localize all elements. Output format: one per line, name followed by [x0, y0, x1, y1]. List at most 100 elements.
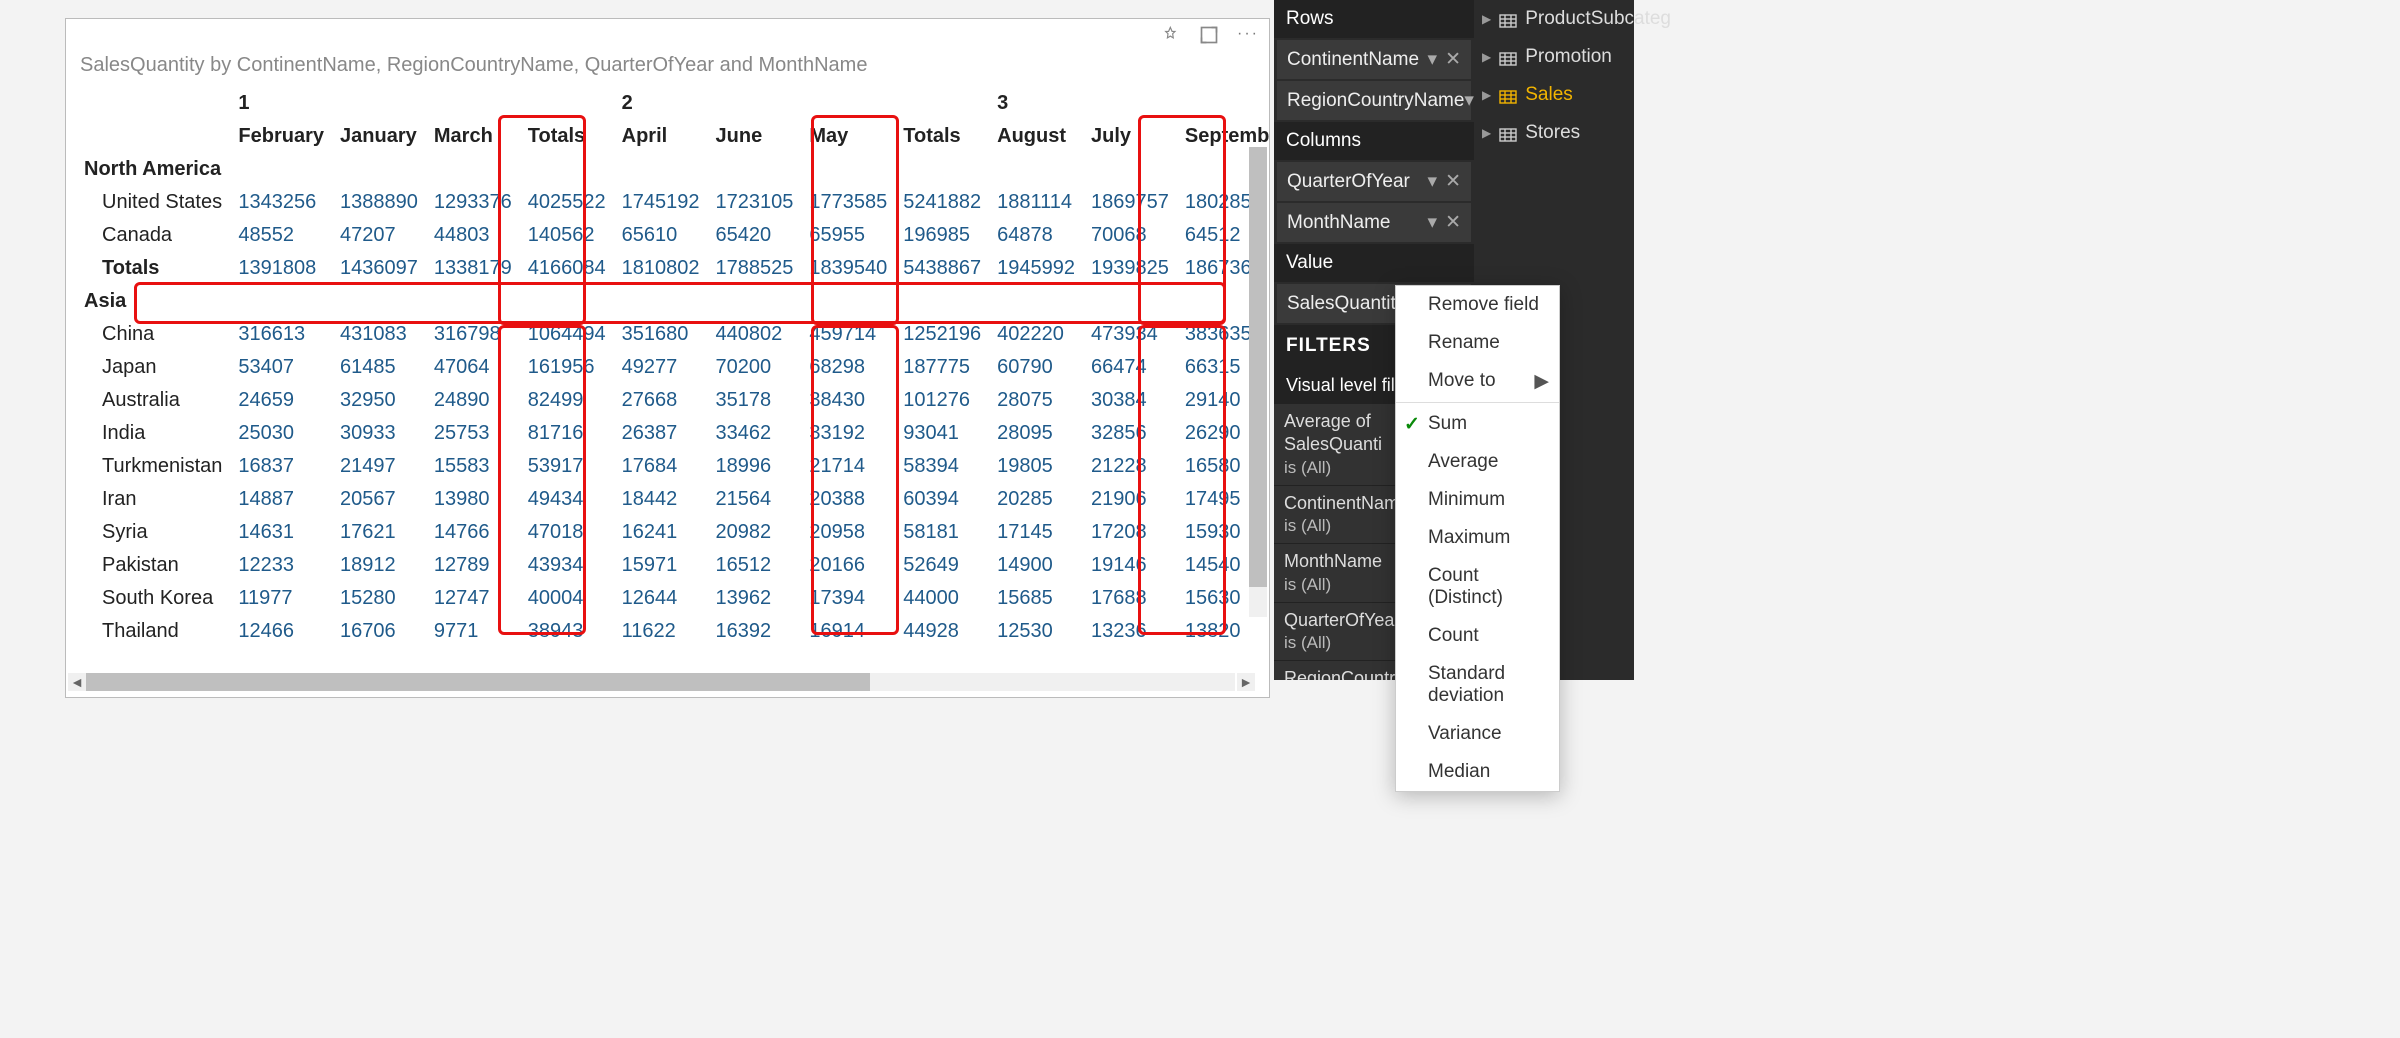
- matrix-cell[interactable]: 44928: [895, 615, 989, 647]
- matrix-cell[interactable]: 68298: [801, 351, 895, 384]
- matrix-cell[interactable]: 28095: [989, 417, 1083, 450]
- matrix-cell[interactable]: 1869757: [1083, 186, 1177, 219]
- matrix-cell[interactable]: 17145: [989, 516, 1083, 549]
- matrix-cell[interactable]: 13962: [708, 582, 802, 615]
- matrix-cell[interactable]: 12530: [989, 615, 1083, 647]
- matrix-cell[interactable]: 25753: [426, 417, 520, 450]
- vertical-scroll-thumb[interactable]: [1249, 147, 1267, 587]
- group-header[interactable]: Asia: [80, 285, 1269, 318]
- caret-right-icon[interactable]: ▶: [1482, 12, 1491, 26]
- menu-aggregation-option[interactable]: Average: [1396, 443, 1559, 481]
- fields-table-row[interactable]: ▶Stores: [1474, 114, 1634, 152]
- matrix-cell[interactable]: 316798: [426, 318, 520, 351]
- vertical-scrollbar[interactable]: [1249, 147, 1267, 617]
- chevron-down-icon[interactable]: ▾: [1428, 48, 1438, 71]
- field-context-menu[interactable]: Remove field Rename Move to▶ ✓SumAverage…: [1395, 285, 1560, 792]
- month-header[interactable]: April: [614, 120, 708, 153]
- matrix-cell[interactable]: 196985: [895, 219, 989, 252]
- matrix-cell[interactable]: 1436097: [332, 252, 426, 285]
- matrix-cell[interactable]: 1343256: [230, 186, 332, 219]
- caret-right-icon[interactable]: ▶: [1482, 50, 1491, 64]
- matrix-cell[interactable]: 17621: [332, 516, 426, 549]
- matrix-cell[interactable]: 1745192: [614, 186, 708, 219]
- row-header[interactable]: China: [80, 318, 230, 351]
- matrix-cell[interactable]: 38430: [801, 384, 895, 417]
- columns-field[interactable]: QuarterOfYear▾✕: [1277, 162, 1471, 201]
- fields-table-row[interactable]: ▶Sales: [1474, 76, 1634, 114]
- matrix-cell[interactable]: 4025522: [520, 186, 614, 219]
- menu-rename[interactable]: Rename: [1396, 324, 1559, 362]
- matrix-cell[interactable]: 18996: [708, 450, 802, 483]
- matrix-cell[interactable]: 1252196: [895, 318, 989, 351]
- matrix-cell[interactable]: 473934: [1083, 318, 1177, 351]
- menu-aggregation-option[interactable]: Median: [1396, 753, 1559, 791]
- matrix-cell[interactable]: 24890: [426, 384, 520, 417]
- matrix-cell[interactable]: 44803: [426, 219, 520, 252]
- matrix-cell[interactable]: 1788525: [708, 252, 802, 285]
- matrix-cell[interactable]: 1773585: [801, 186, 895, 219]
- matrix-cell[interactable]: 30384: [1083, 384, 1177, 417]
- matrix-cell[interactable]: 52649: [895, 549, 989, 582]
- matrix-cell[interactable]: 20388: [801, 483, 895, 516]
- matrix-cell[interactable]: 58181: [895, 516, 989, 549]
- menu-aggregation-option[interactable]: Maximum: [1396, 519, 1559, 557]
- matrix-cell[interactable]: 35178: [708, 384, 802, 417]
- matrix-cell[interactable]: 1293376: [426, 186, 520, 219]
- matrix-cell[interactable]: 1723105: [708, 186, 802, 219]
- row-header[interactable]: Totals: [80, 252, 230, 285]
- row-header[interactable]: Iran: [80, 483, 230, 516]
- matrix-cell[interactable]: 47064: [426, 351, 520, 384]
- row-header[interactable]: Australia: [80, 384, 230, 417]
- matrix-cell[interactable]: 5241882: [895, 186, 989, 219]
- matrix-cell[interactable]: 33192: [801, 417, 895, 450]
- matrix-cell[interactable]: 17394: [801, 582, 895, 615]
- matrix-cell[interactable]: 27668: [614, 384, 708, 417]
- matrix-cell[interactable]: 25030: [230, 417, 332, 450]
- row-header[interactable]: India: [80, 417, 230, 450]
- matrix-cell[interactable]: 82499: [520, 384, 614, 417]
- scroll-right-icon[interactable]: ►: [1237, 673, 1255, 691]
- matrix-cell[interactable]: 21497: [332, 450, 426, 483]
- matrix-cell[interactable]: 16837: [230, 450, 332, 483]
- remove-field-icon[interactable]: ✕: [1445, 170, 1461, 193]
- menu-aggregation-option[interactable]: ✓Sum: [1396, 405, 1559, 443]
- menu-aggregation-option[interactable]: Variance: [1396, 715, 1559, 753]
- matrix-cell[interactable]: 13236: [1083, 615, 1177, 647]
- matrix-cell[interactable]: 32950: [332, 384, 426, 417]
- matrix-cell[interactable]: 4166084: [520, 252, 614, 285]
- quarter-header[interactable]: 2: [614, 87, 990, 120]
- matrix-cell[interactable]: 14766: [426, 516, 520, 549]
- matrix-cell[interactable]: 53407: [230, 351, 332, 384]
- menu-remove-field[interactable]: Remove field: [1396, 286, 1559, 324]
- menu-aggregation-option[interactable]: Count (Distinct): [1396, 557, 1559, 617]
- matrix-cell[interactable]: 161956: [520, 351, 614, 384]
- matrix-cell[interactable]: 16392: [708, 615, 802, 647]
- matrix-cell[interactable]: 1881114: [989, 186, 1083, 219]
- matrix-cell[interactable]: 12644: [614, 582, 708, 615]
- matrix-cell[interactable]: 5438867: [895, 252, 989, 285]
- matrix-cell[interactable]: 53917: [520, 450, 614, 483]
- month-header[interactable]: Totals: [895, 120, 989, 153]
- matrix-cell[interactable]: 44000: [895, 582, 989, 615]
- matrix-cell[interactable]: 28075: [989, 384, 1083, 417]
- matrix-cell[interactable]: 459714: [801, 318, 895, 351]
- caret-right-icon[interactable]: ▶: [1482, 126, 1491, 140]
- matrix-cell[interactable]: 1839540: [801, 252, 895, 285]
- matrix-cell[interactable]: 38943: [520, 615, 614, 647]
- matrix-cell[interactable]: 43934: [520, 549, 614, 582]
- menu-aggregation-option[interactable]: Count: [1396, 617, 1559, 655]
- pin-icon[interactable]: [1161, 25, 1181, 50]
- matrix-cell[interactable]: 12466: [230, 615, 332, 647]
- matrix-cell[interactable]: 65955: [801, 219, 895, 252]
- month-header[interactable]: June: [708, 120, 802, 153]
- matrix-cell[interactable]: 81716: [520, 417, 614, 450]
- matrix-cell[interactable]: 14887: [230, 483, 332, 516]
- matrix-cell[interactable]: 58394: [895, 450, 989, 483]
- matrix-cell[interactable]: 40004: [520, 582, 614, 615]
- matrix-cell[interactable]: 15583: [426, 450, 520, 483]
- matrix-cell[interactable]: 64878: [989, 219, 1083, 252]
- matrix-cell[interactable]: 351680: [614, 318, 708, 351]
- matrix-cell[interactable]: 14900: [989, 549, 1083, 582]
- matrix-cell[interactable]: 12233: [230, 549, 332, 582]
- matrix-cell[interactable]: 33462: [708, 417, 802, 450]
